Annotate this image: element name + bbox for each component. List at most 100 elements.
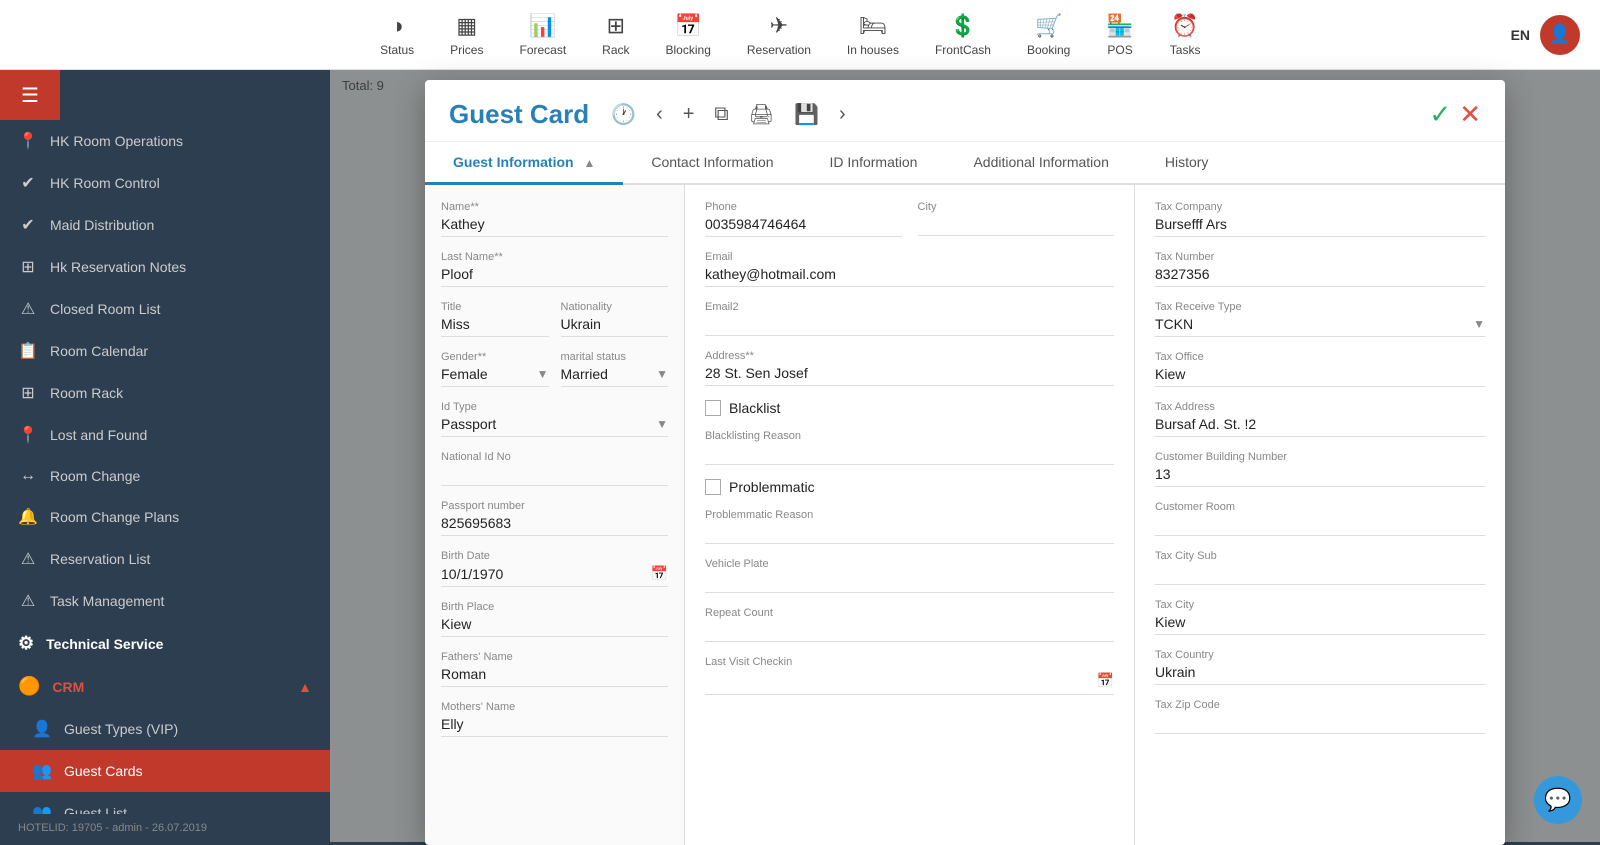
sidebar-item-lost-found[interactable]: 📍 Lost and Found bbox=[0, 414, 330, 456]
prev-button[interactable]: ‹ bbox=[650, 99, 669, 130]
history-button[interactable]: 🕐 bbox=[605, 98, 642, 131]
sidebar-item-guest-types[interactable]: 👤 Guest Types (VIP) bbox=[0, 708, 330, 750]
sidebar-item-guest-cards[interactable]: 👥 Guest Cards bbox=[0, 750, 330, 792]
nav-label-status: Status bbox=[380, 43, 414, 57]
email2-value[interactable] bbox=[705, 316, 1114, 336]
add-button[interactable]: + bbox=[677, 99, 701, 130]
phone-value[interactable]: 0035984746464 bbox=[705, 216, 902, 237]
sidebar-item-hk-room-ops[interactable]: 📍 HK Room Operations bbox=[0, 120, 330, 162]
tab-additional-info[interactable]: Additional Information bbox=[945, 142, 1136, 185]
nav-item-forecast[interactable]: 📊 Forecast bbox=[501, 13, 584, 57]
sidebar-item-room-rack[interactable]: ⊞ Room Rack bbox=[0, 372, 330, 414]
confirm-button[interactable]: ✓ bbox=[1429, 99, 1451, 130]
sidebar-footer: HOTELID: 19705 - admin - 26.07.2019 bbox=[0, 814, 330, 842]
nav-label-pos: POS bbox=[1107, 43, 1132, 57]
nav-item-inhouses[interactable]: 🛏 In houses bbox=[829, 13, 917, 57]
tax-address-value[interactable]: Bursaf Ad. St. !2 bbox=[1155, 416, 1485, 437]
copy-button[interactable]: ⧉ bbox=[708, 99, 734, 130]
idtype-select[interactable]: Passport ▼ bbox=[441, 416, 668, 437]
hamburger-button[interactable]: ☰ bbox=[0, 70, 60, 120]
tab-guest-info[interactable]: Guest Information ▲ bbox=[425, 142, 623, 185]
passport-value[interactable]: 825695683 bbox=[441, 515, 668, 536]
nav-item-reservation[interactable]: ✈ Reservation bbox=[729, 13, 829, 57]
problematic-reason-value[interactable] bbox=[705, 524, 1114, 544]
sidebar-item-reservation-list[interactable]: ⚠ Reservation List bbox=[0, 538, 330, 580]
mothersname-value[interactable]: Elly bbox=[441, 716, 668, 737]
sidebar-item-room-change-plans[interactable]: 🔔 Room Change Plans bbox=[0, 496, 330, 538]
tab-contact-info[interactable]: Contact Information bbox=[623, 142, 801, 185]
nav-item-status[interactable]: ◑ Status bbox=[362, 13, 432, 57]
customer-room-value[interactable] bbox=[1155, 516, 1485, 536]
tax-receive-type-select[interactable]: TCKN ▼ bbox=[1155, 316, 1485, 337]
nationality-value[interactable]: Ukrain bbox=[561, 316, 669, 337]
print-button[interactable]: 🖨 bbox=[743, 98, 780, 131]
fathersname-value[interactable]: Roman bbox=[441, 666, 668, 687]
tax-zip-value[interactable] bbox=[1155, 714, 1485, 734]
tax-country-value[interactable]: Ukrain bbox=[1155, 664, 1485, 685]
tab-id-info[interactable]: ID Information bbox=[802, 142, 946, 185]
customer-building-value[interactable]: 13 bbox=[1155, 466, 1485, 487]
tax-company-value[interactable]: Bursefff Ars bbox=[1155, 216, 1485, 237]
sidebar-item-hk-room-ctrl[interactable]: ✔ HK Room Control bbox=[0, 162, 330, 204]
tax-number-group: Tax Number 8327356 bbox=[1155, 251, 1485, 287]
nav-item-rack[interactable]: ⊞ Rack bbox=[584, 13, 647, 57]
sidebar-item-room-change[interactable]: ↔ Room Change bbox=[0, 456, 330, 496]
nationalid-value[interactable] bbox=[441, 466, 668, 486]
sidebar-item-hk-res-notes[interactable]: ⊞ Hk Reservation Notes bbox=[0, 246, 330, 288]
sidebar-label-maid-dist: Maid Distribution bbox=[50, 217, 154, 233]
modal-title: Guest Card bbox=[449, 99, 589, 130]
birthdate-value[interactable]: 10/1/1970 bbox=[441, 566, 503, 582]
save-button[interactable]: 💾 bbox=[788, 98, 825, 131]
phone-field: Phone 0035984746464 bbox=[705, 201, 902, 237]
title-value[interactable]: Miss bbox=[441, 316, 549, 337]
vehicle-plate-value[interactable] bbox=[705, 573, 1114, 593]
pos-icon: 🏪 bbox=[1106, 13, 1133, 39]
tax-number-label: Tax Number bbox=[1155, 251, 1485, 263]
marital-select[interactable]: Married ▼ bbox=[561, 366, 669, 387]
email-value[interactable]: kathey@hotmail.com bbox=[705, 266, 1114, 287]
name-label: Name** bbox=[441, 201, 668, 213]
name-value[interactable]: Kathey bbox=[441, 216, 668, 237]
last-visit-calendar-icon[interactable]: 📅 bbox=[1097, 672, 1114, 689]
nav-item-blocking[interactable]: 📅 Blocking bbox=[648, 13, 729, 57]
tax-city-value[interactable]: Kiew bbox=[1155, 614, 1485, 635]
blacklist-checkbox[interactable] bbox=[705, 400, 721, 416]
gender-select[interactable]: Female ▼ bbox=[441, 366, 549, 387]
blacklist-reason-value[interactable] bbox=[705, 445, 1114, 465]
birthplace-value[interactable]: Kiew bbox=[441, 616, 668, 637]
tax-city-sub-value[interactable] bbox=[1155, 565, 1485, 585]
sidebar-item-task-mgmt[interactable]: ⚠ Task Management bbox=[0, 580, 330, 622]
tax-office-value[interactable]: Kiew bbox=[1155, 366, 1485, 387]
sidebar-item-closed-room[interactable]: ⚠ Closed Room List bbox=[0, 288, 330, 330]
nav-item-tasks[interactable]: ⏰ Tasks bbox=[1152, 13, 1219, 57]
last-visit-group: Last Visit Checkin 📅 bbox=[705, 656, 1114, 695]
nav-item-pos[interactable]: 🏪 POS bbox=[1088, 13, 1151, 57]
people-icon: 👥 bbox=[32, 761, 52, 781]
customer-building-label: Customer Building Number bbox=[1155, 451, 1485, 463]
nav-item-frontcash[interactable]: 💲 FrontCash bbox=[917, 13, 1009, 57]
repeat-count-value[interactable] bbox=[705, 622, 1114, 642]
birthplace-field-group: Birth Place Kiew bbox=[441, 601, 668, 637]
sidebar-item-room-cal[interactable]: 📋 Room Calendar bbox=[0, 330, 330, 372]
calendar-picker-icon[interactable]: 📅 bbox=[651, 565, 668, 582]
next-button[interactable]: › bbox=[833, 99, 852, 130]
nav-item-prices[interactable]: ▦ Prices bbox=[432, 13, 501, 57]
nav-item-booking[interactable]: 🛒 Booking bbox=[1009, 13, 1088, 57]
sidebar-label-task-mgmt: Task Management bbox=[50, 593, 164, 609]
city-value[interactable] bbox=[918, 216, 1115, 236]
language-button[interactable]: EN bbox=[1511, 27, 1530, 43]
warning-icon: ⚠ bbox=[18, 299, 38, 319]
modal-header: Guest Card 🕐 ‹ + ⧉ 🖨 💾 › ✓ ✕ bbox=[425, 80, 1505, 142]
sidebar-group-crm[interactable]: 🟠 CRM ▲ bbox=[0, 665, 330, 708]
lastname-value[interactable]: Ploof bbox=[441, 266, 668, 287]
close-button[interactable]: ✕ bbox=[1459, 99, 1481, 130]
user-avatar[interactable]: 👤 bbox=[1540, 15, 1580, 55]
problematic-checkbox[interactable] bbox=[705, 479, 721, 495]
birthdate-label: Birth Date bbox=[441, 550, 668, 562]
address-value[interactable]: 28 St. Sen Josef bbox=[705, 365, 1114, 386]
chat-bubble[interactable]: 💬 bbox=[1534, 776, 1582, 824]
sidebar-item-maid-dist[interactable]: ✔ Maid Distribution bbox=[0, 204, 330, 246]
tax-number-value[interactable]: 8327356 bbox=[1155, 266, 1485, 287]
sidebar-group-technical[interactable]: ⚙ Technical Service bbox=[0, 622, 330, 665]
tab-history[interactable]: History bbox=[1137, 142, 1237, 185]
